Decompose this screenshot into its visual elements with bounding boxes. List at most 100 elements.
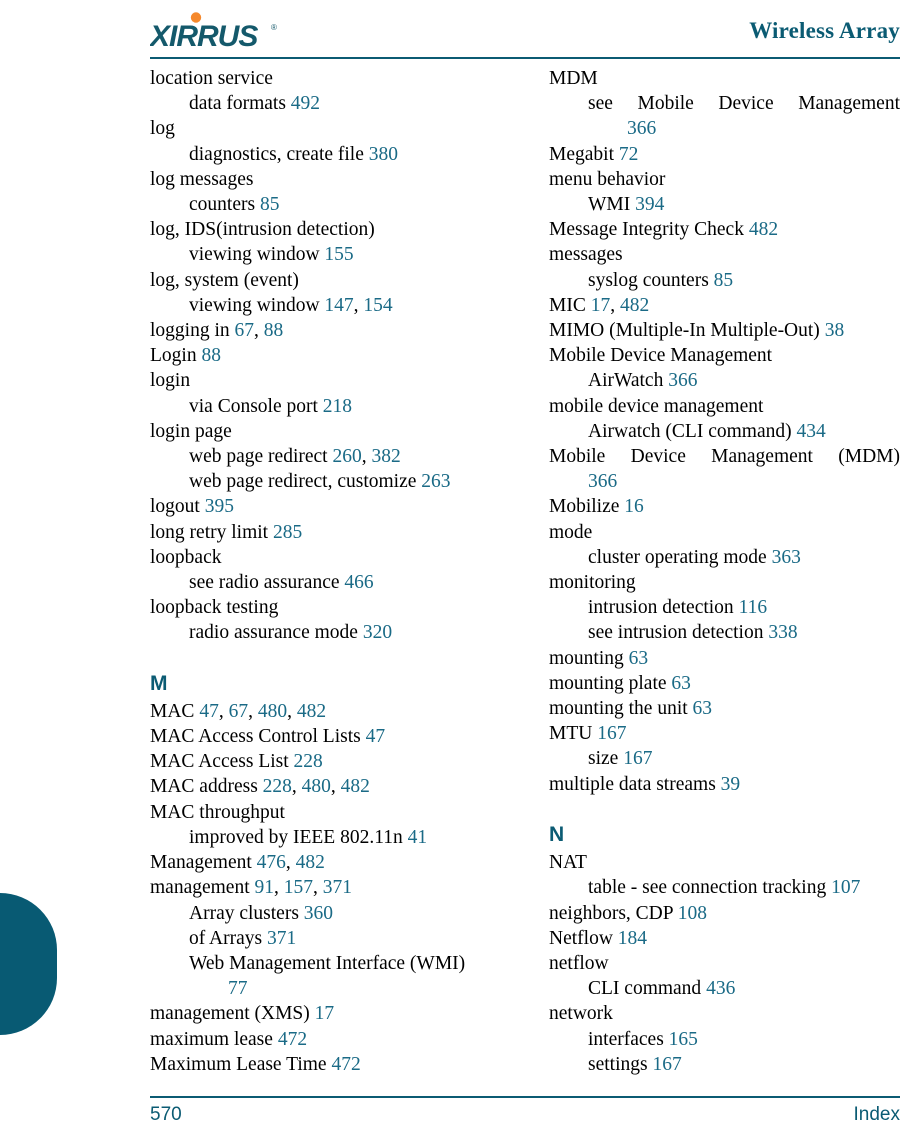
page-number-link[interactable]: 482	[620, 295, 649, 316]
page-number-link[interactable]: 476	[257, 852, 286, 873]
page-number-link[interactable]: 228	[294, 751, 323, 772]
index-entry: loopback testing	[150, 595, 501, 620]
index-entry: mounting the unit 63	[549, 696, 900, 721]
page-header: XIRRUS ® Wireless Array	[150, 8, 900, 60]
index-entry: 77	[150, 976, 501, 1001]
page-number-link[interactable]: 147	[324, 295, 353, 316]
page-number-link[interactable]: 17	[315, 1003, 335, 1024]
index-entry: menu behavior	[549, 167, 900, 192]
page-number-link[interactable]: 17	[591, 295, 611, 316]
page-number-link[interactable]: 371	[267, 928, 296, 949]
page-number-link[interactable]: 360	[304, 903, 333, 924]
page-number-link[interactable]: 72	[619, 144, 639, 165]
page-number-link[interactable]: 154	[363, 295, 392, 316]
page-number-link[interactable]: 395	[205, 496, 234, 517]
index-entry-label: viewing window	[189, 244, 320, 266]
page-number-link[interactable]: 363	[772, 547, 801, 568]
index-entry: log, system (event)	[150, 268, 501, 293]
page-number-link[interactable]: 39	[721, 774, 741, 795]
page-number-link[interactable]: 480	[302, 776, 331, 797]
index-entry-label: monitoring	[549, 572, 636, 594]
index-entry-label: log messages	[150, 168, 254, 190]
page-number-link[interactable]: 263	[421, 471, 450, 492]
page-number-link[interactable]: 482	[297, 701, 326, 722]
index-entry: Mobile Device Management (MDM)	[549, 444, 900, 469]
index-entry-label: cluster operating mode	[588, 546, 767, 568]
page-number-link[interactable]: 91	[255, 877, 275, 898]
page-number-link[interactable]: 184	[618, 928, 647, 949]
page-number-link[interactable]: 63	[693, 698, 713, 719]
index-columns: location service data formats 492 log diagn…	[150, 66, 900, 1076]
page-number-link[interactable]: 47	[366, 726, 386, 747]
page-number-link[interactable]: 63	[629, 648, 649, 669]
index-entry: Maximum Lease Time 472	[150, 1052, 501, 1077]
index-entry-label: AirWatch	[588, 370, 664, 392]
page-number-link[interactable]: 472	[331, 1054, 360, 1075]
page-number-link[interactable]: 167	[623, 748, 652, 769]
page-number-link[interactable]: 320	[363, 622, 392, 643]
page-number-link[interactable]: 482	[749, 219, 778, 240]
page-number-link[interactable]: 63	[671, 673, 691, 694]
page-number-link[interactable]: 41	[408, 827, 428, 848]
index-entry: WMI 394	[549, 192, 900, 217]
page-number-link[interactable]: 88	[201, 345, 221, 366]
page-number-link[interactable]: 38	[825, 320, 845, 341]
page-number-link[interactable]: 77	[228, 978, 248, 999]
page-number-link[interactable]: 434	[796, 421, 825, 442]
page-number-link[interactable]: 67	[235, 320, 255, 341]
page-separator: ,	[287, 700, 297, 722]
page-number-link[interactable]: 394	[635, 194, 664, 215]
page-number-link[interactable]: 492	[291, 93, 320, 114]
page-number-link[interactable]: 371	[323, 877, 352, 898]
index-entry-label: web page redirect	[189, 446, 328, 468]
page-number-link[interactable]: 167	[652, 1054, 681, 1075]
page-number-link[interactable]: 167	[597, 723, 626, 744]
index-entry-label: loopback testing	[150, 597, 279, 619]
page-number-link[interactable]: 472	[278, 1029, 307, 1050]
page-number-link[interactable]: 67	[229, 701, 249, 722]
index-entry: multiple data streams 39	[549, 772, 900, 797]
page-number-link[interactable]: 436	[706, 978, 735, 999]
index-entry: Mobile Device Management	[549, 343, 900, 368]
page-number-link[interactable]: 88	[264, 320, 284, 341]
footer-section-label: Index	[853, 1104, 900, 1125]
index-entry-label: MAC	[150, 700, 195, 722]
page-number-link[interactable]: 466	[344, 572, 373, 593]
page-number-link[interactable]: 47	[199, 701, 219, 722]
page-number-link[interactable]: 108	[678, 903, 707, 924]
index-entry-label: Web Management Interface (WMI)	[189, 952, 466, 974]
page-number-link[interactable]: 155	[324, 244, 353, 265]
index-entry: management (XMS) 17	[150, 1001, 501, 1026]
index-entry-label: mode	[549, 521, 593, 543]
index-entry: Megabit 72	[549, 142, 900, 167]
page-number-link[interactable]: 366	[668, 370, 697, 391]
page-number-link[interactable]: 366	[627, 118, 656, 139]
page-number-link[interactable]: 218	[323, 396, 352, 417]
page-number-link[interactable]: 482	[341, 776, 370, 797]
page-number-link[interactable]: 85	[714, 270, 734, 291]
page-number-link[interactable]: 366	[588, 471, 617, 492]
index-entry: MAC Access Control Lists 47	[150, 724, 501, 749]
svg-text:XIRRUS: XIRRUS	[150, 20, 258, 52]
index-entry-label: netflow	[549, 952, 609, 974]
page-number-link[interactable]: 165	[669, 1029, 698, 1050]
index-entry: settings 167	[549, 1052, 900, 1077]
page-number-link[interactable]: 382	[371, 446, 400, 467]
page-number-link[interactable]: 482	[296, 852, 325, 873]
page-number-link[interactable]: 107	[831, 877, 860, 898]
page-number-link[interactable]: 380	[369, 144, 398, 165]
page-number-link[interactable]: 16	[624, 496, 644, 517]
page-number-link[interactable]: 116	[739, 597, 768, 618]
page-number-link[interactable]: 85	[260, 194, 280, 215]
page-number-link[interactable]: 285	[273, 522, 302, 543]
page-number-link[interactable]: 260	[332, 446, 361, 467]
index-entry-label: menu behavior	[549, 168, 666, 190]
index-entry-label: MIC	[549, 294, 586, 316]
page-number-link[interactable]: 338	[768, 622, 797, 643]
page-number-link[interactable]: 480	[258, 701, 287, 722]
page-number-link[interactable]: 228	[263, 776, 292, 797]
page-separator: ,	[610, 294, 620, 316]
index-entry: Management 476, 482	[150, 850, 501, 875]
page-number-link[interactable]: 157	[284, 877, 313, 898]
